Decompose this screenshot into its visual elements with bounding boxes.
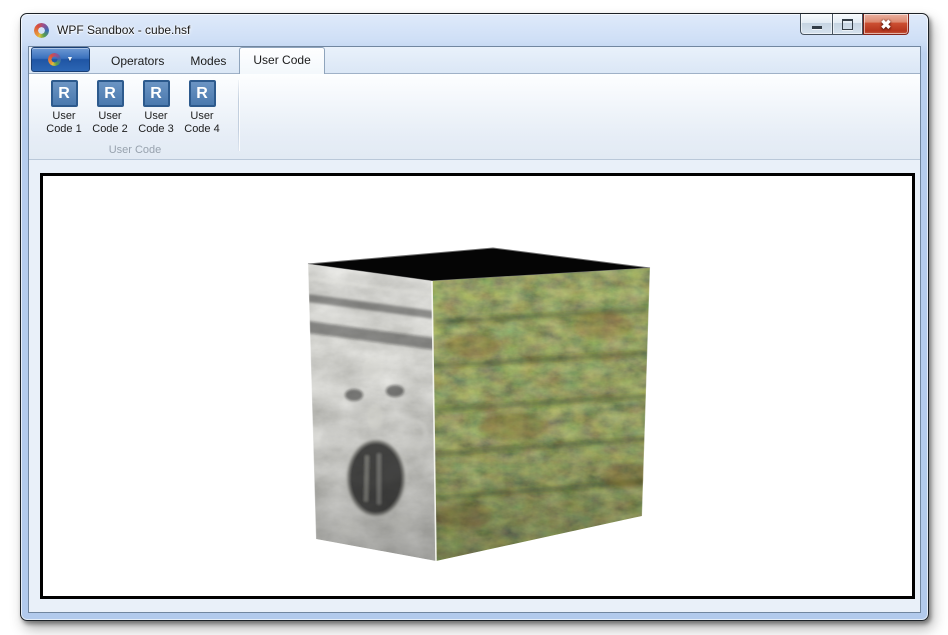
window-controls: ✖ <box>800 14 909 35</box>
app-logo-swirl-icon <box>48 53 61 66</box>
button-label: UserCode 1 <box>46 110 81 136</box>
tab-user-code[interactable]: User Code <box>239 47 324 74</box>
client-area: ▼ Operators Modes User Code R UserCode 1… <box>28 46 921 613</box>
application-menu-button[interactable]: ▼ <box>31 47 90 72</box>
3d-viewport[interactable] <box>40 173 915 599</box>
button-label-line2: Code 2 <box>92 123 127 135</box>
user-code-2-button[interactable]: R UserCode 2 <box>87 79 133 136</box>
button-label: UserCode 4 <box>184 110 219 136</box>
button-label: UserCode 3 <box>138 110 173 136</box>
button-label-line2: Code 1 <box>46 123 81 135</box>
title-bar[interactable]: WPF Sandbox - cube.hsf <box>21 14 928 46</box>
restore-button[interactable] <box>832 14 863 35</box>
cube-scene <box>43 176 912 596</box>
button-label-line1: User <box>190 110 213 122</box>
r-script-icon: R <box>143 80 170 107</box>
r-script-icon: R <box>97 80 124 107</box>
r-script-icon: R <box>189 80 216 107</box>
tab-operators[interactable]: Operators <box>98 49 177 73</box>
button-label-line1: User <box>52 110 75 122</box>
tab-modes[interactable]: Modes <box>177 49 239 73</box>
button-label-line1: User <box>98 110 121 122</box>
user-code-4-button[interactable]: R UserCode 4 <box>179 79 225 136</box>
screenshot-root: { "window": { "title": "WPF Sandbox - cu… <box>0 0 948 635</box>
button-label-line2: Code 3 <box>138 123 173 135</box>
button-label-line2: Code 4 <box>184 123 219 135</box>
restore-icon <box>842 19 853 30</box>
ribbon-group-label: User Code <box>41 144 229 156</box>
ribbon-button-row: R UserCode 1 R UserCode 2 R UserCode 3 R… <box>41 74 229 136</box>
close-icon: ✖ <box>881 18 892 31</box>
cube-left-face-stone <box>298 254 448 572</box>
user-code-1-button[interactable]: R UserCode 1 <box>41 79 87 136</box>
button-label-line1: User <box>144 110 167 122</box>
ribbon: R UserCode 1 R UserCode 2 R UserCode 3 R… <box>29 74 920 160</box>
close-button[interactable]: ✖ <box>863 14 909 35</box>
app-logo-swirl-icon <box>34 23 49 38</box>
content-area <box>29 160 920 612</box>
minimize-button[interactable] <box>800 14 832 35</box>
button-label: UserCode 2 <box>92 110 127 136</box>
chevron-down-icon: ▼ <box>67 56 74 63</box>
cube-right-face-grass <box>425 260 657 570</box>
minimize-icon <box>812 26 822 29</box>
application-window: WPF Sandbox - cube.hsf ✖ ▼ Operators Mod… <box>20 13 929 621</box>
window-title: WPF Sandbox - cube.hsf <box>57 23 190 37</box>
r-script-icon: R <box>51 80 78 107</box>
ribbon-group-user-code: R UserCode 1 R UserCode 2 R UserCode 3 R… <box>41 74 229 159</box>
user-code-3-button[interactable]: R UserCode 3 <box>133 79 179 136</box>
ribbon-tab-strip: ▼ Operators Modes User Code <box>29 47 920 74</box>
